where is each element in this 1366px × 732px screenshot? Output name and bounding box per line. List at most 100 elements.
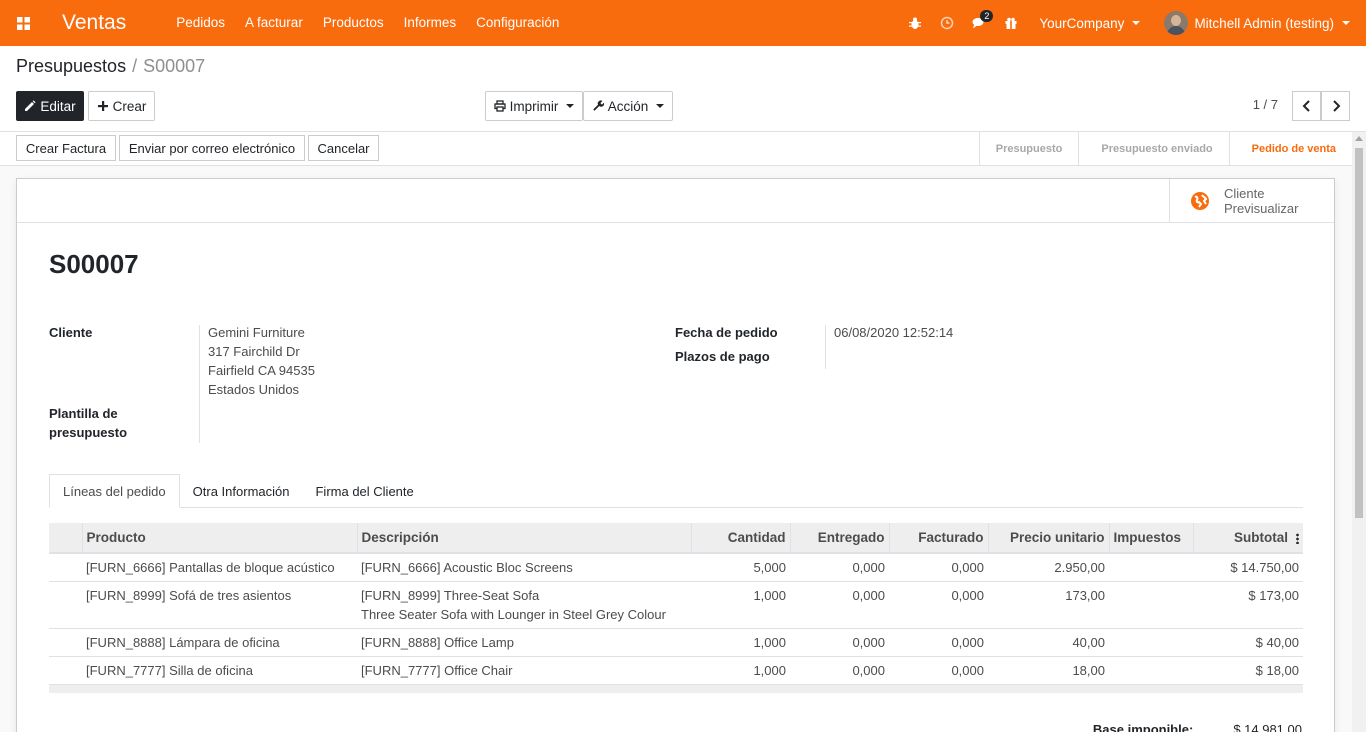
table-row[interactable]: [FURN_6666] Pantallas de bloque acústico… bbox=[49, 552, 1303, 582]
column-header-subtotal-label: Subtotal bbox=[1234, 530, 1288, 545]
cell-subtotal: $ 173,00 bbox=[1193, 581, 1303, 629]
customer-preview-button[interactable]: Cliente Previsualizar bbox=[1169, 179, 1334, 223]
tab-customer-signature[interactable]: Firma del Cliente bbox=[302, 474, 426, 508]
cell-invoiced: 0,000 bbox=[889, 581, 988, 629]
breadcrumb-separator: / bbox=[132, 56, 138, 76]
cell-quantity[interactable]: 1,000 bbox=[691, 581, 790, 629]
stage-presupuesto-enviado[interactable]: Presupuesto enviado bbox=[1078, 132, 1228, 165]
customer-field[interactable]: Gemini Furniture 317 Fairchild Dr Fairfi… bbox=[208, 323, 315, 399]
column-options-icon[interactable] bbox=[1296, 532, 1299, 544]
cell-product[interactable]: [FURN_6666] Pantallas de bloque acústico bbox=[82, 552, 357, 582]
row-handle bbox=[49, 552, 82, 582]
cell-description[interactable]: [FURN_8888] Office Lamp bbox=[357, 628, 691, 657]
scroll-up-arrow-icon[interactable] bbox=[1355, 136, 1363, 141]
column-header-quantity[interactable]: Cantidad bbox=[690, 523, 790, 554]
column-header-unit-price[interactable]: Precio unitario bbox=[987, 523, 1109, 554]
action-dropdown[interactable]: Acción bbox=[583, 91, 673, 121]
messages-count-badge: 2 bbox=[980, 10, 994, 22]
cell-product[interactable]: [FURN_7777] Silla de oficina bbox=[82, 656, 357, 685]
pager-next-button[interactable] bbox=[1321, 91, 1350, 121]
cell-delivered[interactable]: 0,000 bbox=[790, 552, 889, 582]
app-name[interactable]: Ventas bbox=[62, 11, 126, 35]
edit-button[interactable]: Editar bbox=[16, 91, 84, 121]
form-sheet: Cliente Previsualizar S00007 Cliente Gem… bbox=[16, 178, 1335, 732]
cell-subtotal: $ 18,00 bbox=[1193, 656, 1303, 685]
table-row[interactable]: [FURN_8888] Lámpara de oficina [FURN_888… bbox=[49, 628, 1303, 657]
column-header-description[interactable]: Descripción bbox=[356, 523, 691, 554]
form-tabs: Líneas del pedido Otra Información Firma… bbox=[49, 474, 1303, 508]
create-button[interactable]: Crear bbox=[88, 91, 155, 121]
cell-quantity[interactable]: 1,000 bbox=[691, 628, 790, 657]
caret-down-icon bbox=[1342, 21, 1350, 25]
pager-value[interactable]: 1 / 7 bbox=[1253, 97, 1278, 112]
cell-taxes[interactable] bbox=[1109, 581, 1193, 629]
print-dropdown[interactable]: Imprimir bbox=[485, 91, 583, 121]
cell-taxes[interactable] bbox=[1109, 628, 1193, 657]
globe-icon bbox=[1191, 192, 1209, 210]
preview-label-line2: Previsualizar bbox=[1224, 201, 1299, 216]
column-header-invoiced[interactable]: Facturado bbox=[888, 523, 988, 554]
systray: 2 YourCompany Mitchell Admin (testing) bbox=[899, 0, 1366, 46]
user-menu[interactable]: Mitchell Admin (testing) bbox=[1164, 11, 1350, 35]
preview-label-line1: Cliente bbox=[1224, 186, 1265, 201]
bug-icon[interactable] bbox=[899, 0, 931, 46]
pager-previous-button[interactable] bbox=[1292, 91, 1321, 121]
totals: Base imponible: $ 14.981,00 bbox=[1093, 722, 1302, 732]
stage-presupuesto[interactable]: Presupuesto bbox=[978, 132, 1079, 165]
table-row[interactable]: [FURN_8999] Sofá de tres asientos [FURN_… bbox=[49, 581, 1303, 629]
cell-taxes[interactable] bbox=[1109, 656, 1193, 685]
wrench-icon bbox=[592, 100, 604, 111]
tab-order-lines[interactable]: Líneas del pedido bbox=[49, 474, 180, 508]
customer-address-line: Estados Unidos bbox=[208, 382, 300, 397]
apps-grid-icon[interactable] bbox=[0, 0, 46, 46]
cell-quantity[interactable]: 1,000 bbox=[691, 656, 790, 685]
breadcrumb-parent[interactable]: Presupuestos bbox=[16, 56, 126, 76]
company-switcher[interactable]: YourCompany bbox=[1039, 15, 1141, 31]
order-date-value: 06/08/2020 12:52:14 bbox=[834, 325, 954, 340]
top-navbar: Ventas Pedidos A facturar Productos Info… bbox=[0, 0, 1366, 46]
description-line: Three Seater Sofa with Lounger in Steel … bbox=[361, 607, 666, 622]
stage-pedido-de-venta[interactable]: Pedido de venta bbox=[1228, 132, 1352, 165]
column-header-product[interactable]: Producto bbox=[81, 523, 357, 554]
company-name: YourCompany bbox=[1039, 15, 1125, 31]
cell-product[interactable]: [FURN_8999] Sofá de tres asientos bbox=[82, 581, 357, 629]
cell-quantity[interactable]: 5,000 bbox=[691, 552, 790, 582]
menu-item-pedidos[interactable]: Pedidos bbox=[166, 0, 235, 46]
table-row[interactable]: [FURN_7777] Silla de oficina [FURN_7777]… bbox=[49, 656, 1303, 685]
tab-other-info[interactable]: Otra Información bbox=[180, 474, 303, 508]
cell-unit-price[interactable]: 40,00 bbox=[988, 628, 1109, 657]
gift-icon[interactable] bbox=[995, 0, 1027, 46]
cell-invoiced: 0,000 bbox=[889, 656, 988, 685]
column-header-subtotal[interactable]: Subtotal bbox=[1192, 523, 1303, 554]
column-header-delivered[interactable]: Entregado bbox=[789, 523, 889, 554]
cell-product[interactable]: [FURN_8888] Lámpara de oficina bbox=[82, 628, 357, 657]
breadcrumb: Presupuestos / S00007 bbox=[16, 56, 205, 77]
cell-unit-price[interactable]: 173,00 bbox=[988, 581, 1109, 629]
menu-item-configuracion[interactable]: Configuración bbox=[466, 0, 569, 46]
menu-item-a-facturar[interactable]: A facturar bbox=[235, 0, 313, 46]
create-invoice-button[interactable]: Crear Factura bbox=[16, 135, 116, 161]
column-header-taxes[interactable]: Impuestos bbox=[1108, 523, 1193, 554]
cell-taxes[interactable] bbox=[1109, 552, 1193, 582]
scrollbar-thumb[interactable] bbox=[1355, 148, 1363, 518]
edit-button-label: Editar bbox=[40, 98, 76, 114]
cancel-button[interactable]: Cancelar bbox=[308, 135, 379, 161]
clock-icon[interactable] bbox=[931, 0, 963, 46]
cell-description[interactable]: [FURN_6666] Acoustic Bloc Screens bbox=[357, 552, 691, 582]
menu-item-productos[interactable]: Productos bbox=[313, 0, 394, 46]
cell-description[interactable]: [FURN_8999] Three-Seat Sofa Three Seater … bbox=[357, 581, 691, 629]
menu-item-informes[interactable]: Informes bbox=[394, 0, 467, 46]
messages-icon[interactable]: 2 bbox=[963, 0, 995, 46]
cell-delivered[interactable]: 0,000 bbox=[790, 581, 889, 629]
cell-description[interactable]: [FURN_7777] Office Chair bbox=[357, 656, 691, 685]
send-email-button[interactable]: Enviar por correo electrónico bbox=[119, 135, 305, 161]
cell-delivered[interactable]: 0,000 bbox=[790, 656, 889, 685]
customer-name[interactable]: Gemini Furniture bbox=[208, 323, 315, 342]
plus-icon bbox=[97, 101, 108, 111]
action-label: Acción bbox=[607, 98, 649, 114]
cell-unit-price[interactable]: 18,00 bbox=[988, 656, 1109, 685]
vertical-scrollbar[interactable] bbox=[1352, 132, 1366, 732]
cell-delivered[interactable]: 0,000 bbox=[790, 628, 889, 657]
cell-unit-price[interactable]: 2.950,00 bbox=[988, 552, 1109, 582]
customer-label: Cliente bbox=[49, 325, 93, 340]
